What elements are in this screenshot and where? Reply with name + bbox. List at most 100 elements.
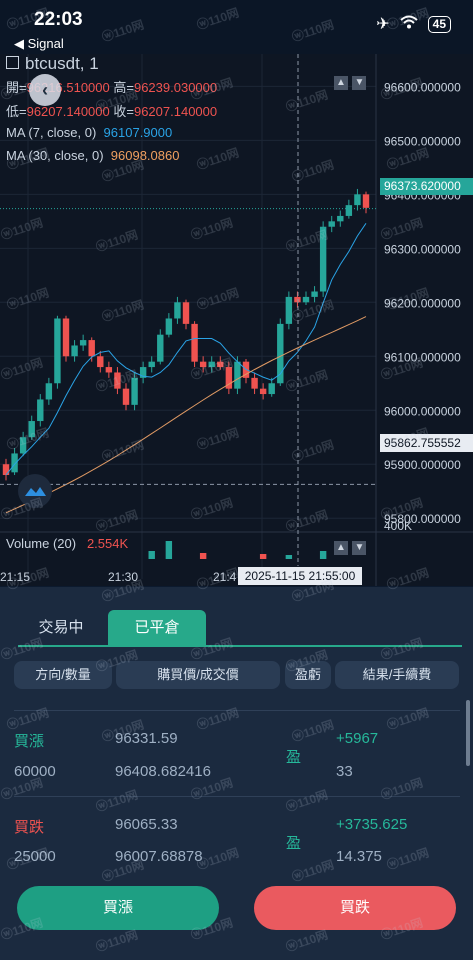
- trade-deal-price: 96007.68878: [115, 848, 203, 865]
- candle-body: [217, 361, 224, 368]
- symbol-title: btcusdt, 1: [6, 54, 99, 74]
- candle-body: [28, 421, 35, 438]
- candle-body: [234, 361, 241, 389]
- trade-fee: 33: [336, 763, 353, 780]
- candle-body: [319, 226, 327, 292]
- header-result-fee: 結果/手續費: [335, 661, 459, 689]
- header-direction-qty: 方向/數量: [14, 661, 112, 689]
- high-value: 96239.030000: [133, 80, 218, 95]
- candle-body: [79, 340, 87, 346]
- volume-bar: [259, 554, 267, 559]
- candle-body: [157, 334, 164, 362]
- candle-body: [268, 383, 275, 395]
- volume-legend: Volume (20) 2.554K: [6, 536, 129, 551]
- volume-tick-label: 400K: [384, 519, 412, 533]
- tab-underline: [18, 645, 462, 647]
- trade-buy-price: 96331.59: [115, 730, 178, 747]
- back-to-app-link[interactable]: ◀ Signal: [14, 36, 64, 52]
- candle-body: [148, 361, 155, 368]
- candle-body: [19, 437, 27, 454]
- row-divider: [14, 710, 460, 711]
- price-chart[interactable]: 96600.000000 96500.000000 96400.000000 9630…: [0, 54, 473, 586]
- candle-body: [208, 361, 215, 368]
- candle-body: [62, 318, 70, 357]
- row-divider: [14, 796, 460, 797]
- price-tick-label: 96000.000000: [384, 404, 461, 418]
- volume-value: 2.554K: [86, 536, 129, 551]
- trade-deal-price: 96408.682416: [115, 763, 211, 780]
- trade-direction: 買跌: [14, 819, 45, 836]
- chart-settings-icon[interactable]: [6, 56, 19, 69]
- trade-pnl: 盈: [286, 835, 302, 852]
- status-icons: ✈ 45: [376, 14, 451, 34]
- pane-arrow-icons-top[interactable]: ▲ ▼: [334, 72, 367, 90]
- status-bar: 22:03 ◀ Signal ✈ 45: [0, 0, 473, 58]
- volume-bar: [285, 555, 293, 559]
- candle-body: [362, 194, 370, 208]
- time-tick-label: 21:15: [0, 570, 30, 584]
- arrow-up-icon[interactable]: ▲: [334, 541, 348, 555]
- candle-body: [311, 291, 318, 297]
- tab-trading[interactable]: 交易中: [18, 610, 104, 646]
- candle-body: [37, 399, 44, 422]
- ma30-legend: MA (30, close, 0) 96098.0860: [6, 148, 180, 163]
- candle-body: [88, 340, 95, 357]
- ma30-value: 96098.0860: [110, 148, 180, 163]
- volume-bar: [199, 553, 207, 559]
- chart-logo-icon[interactable]: [18, 474, 52, 508]
- candle-body: [328, 221, 335, 227]
- arrow-down-icon[interactable]: ▼: [352, 76, 367, 90]
- current-price-label: 96373.620000: [380, 178, 473, 195]
- candle-body: [71, 345, 78, 357]
- header-price: 購買價/成交價: [116, 661, 280, 689]
- trade-fee: 14.375: [336, 848, 382, 865]
- wifi-icon: [399, 15, 418, 34]
- cursor-time-label: 2025-11-15 21:55:00: [238, 567, 362, 585]
- trade-buy-price: 96065.33: [115, 816, 178, 833]
- trade-direction: 買漲: [14, 733, 45, 750]
- low-value: 96207.140000: [26, 104, 110, 119]
- price-tick-label: 96300.000000: [384, 242, 461, 256]
- candle-body: [354, 194, 361, 206]
- arrow-up-icon[interactable]: ▲: [334, 76, 348, 90]
- candle-body: [2, 464, 10, 476]
- header-pnl: 盈虧: [285, 661, 331, 689]
- time-tick-label: 21:4: [213, 570, 237, 584]
- chart-back-button[interactable]: ‹: [29, 74, 61, 106]
- status-time: 22:03: [34, 9, 83, 30]
- candle-body: [259, 388, 267, 395]
- pane-arrow-icons-volume[interactable]: ▲ ▼: [334, 537, 367, 555]
- tab-closed[interactable]: 已平倉: [108, 610, 206, 646]
- ohlc-line-2: 低=96207.140000 收=96207.140000: [6, 104, 218, 119]
- candle-body: [45, 383, 53, 400]
- price-tick-label: 95900.000000: [384, 458, 461, 472]
- battery-icon: 45: [427, 15, 451, 33]
- trade-result: +3735.625: [336, 816, 408, 833]
- candle-body: [337, 215, 344, 222]
- candle-body: [54, 318, 61, 384]
- candle-body: [11, 453, 18, 473]
- candle-body: [199, 361, 207, 368]
- scrollbar[interactable]: [466, 700, 470, 766]
- buy-up-button[interactable]: 買漲: [17, 886, 219, 930]
- price-tick-label: 96600.000000: [384, 80, 461, 94]
- candle-body: [251, 377, 258, 389]
- price-tick-label: 96100.000000: [384, 350, 461, 364]
- candle-body: [105, 367, 113, 373]
- candle-body: [302, 296, 310, 303]
- price-tick-label: 96200.000000: [384, 296, 461, 310]
- buy-down-button[interactable]: 買跌: [254, 886, 456, 930]
- candle-body: [114, 372, 121, 389]
- cursor-price-label: 95862.755552: [380, 434, 473, 452]
- candle-body: [131, 377, 138, 405]
- candle-body: [294, 296, 301, 303]
- arrow-down-icon[interactable]: ▼: [352, 541, 367, 555]
- trade-result: +5967: [336, 730, 379, 747]
- price-tick-label: 96500.000000: [384, 134, 461, 148]
- candle-body: [345, 205, 353, 216]
- order-tabs: 交易中 已平倉: [0, 610, 473, 648]
- trade-qty: 25000: [14, 848, 56, 865]
- candle-body: [285, 296, 293, 324]
- candle-body: [182, 302, 190, 324]
- candle-body: [191, 323, 198, 362]
